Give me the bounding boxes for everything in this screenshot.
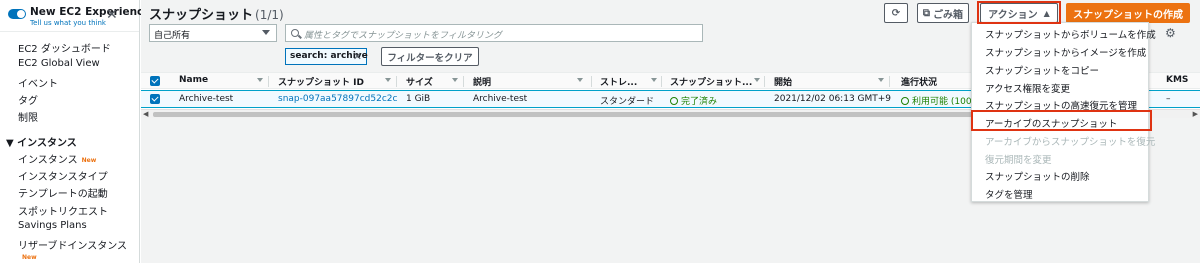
gear-icon[interactable]: ⚙ — [1165, 27, 1177, 39]
menu-item-modify-permissions[interactable]: アクセス権限を変更 — [985, 81, 1070, 95]
scroll-left-icon[interactable]: ◀ — [143, 110, 148, 118]
menu-item-create-image[interactable]: スナップショットからイメージを作成 — [985, 45, 1146, 59]
refresh-button[interactable]: ⟳ — [884, 3, 908, 23]
sort-icon[interactable] — [385, 78, 391, 82]
column-divider — [591, 76, 592, 87]
column-divider — [889, 76, 890, 87]
check-circle-icon — [901, 97, 909, 105]
column-header-snapshot-status[interactable]: スナップショット... — [670, 75, 752, 88]
close-icon[interactable]: ✕ — [106, 8, 118, 22]
column-header-progress[interactable]: 進行状況 — [901, 75, 937, 88]
column-header-storage[interactable]: ストレ... — [600, 75, 637, 88]
sort-icon[interactable] — [651, 78, 657, 82]
cell-description: Archive-test — [473, 94, 528, 104]
column-header-started[interactable]: 開始 — [774, 75, 792, 88]
menu-item-manage-tags[interactable]: タグを管理 — [985, 187, 1033, 201]
sort-icon[interactable] — [878, 78, 884, 82]
check-circle-icon — [670, 97, 678, 105]
cell-kms: – — [1166, 94, 1171, 104]
snapshots-panel: スナップショット (1/1) ⟳ ⧉ ごみ箱 アクション ▲ スナップショットの作成 … — [141, 0, 1200, 263]
column-divider — [396, 76, 397, 87]
column-divider — [661, 76, 662, 87]
new-badge: New — [81, 156, 97, 164]
snapshot-id-link[interactable]: snap-097aa57897cd52c2c — [278, 94, 397, 104]
column-header-kms[interactable]: KMS — [1166, 75, 1188, 85]
sidebar-item-launch-templates[interactable]: テンプレートの起動 — [18, 185, 108, 200]
column-divider — [764, 76, 765, 87]
sidebar-item-global-view[interactable]: EC2 Global View — [18, 58, 100, 69]
sidebar-item-spot-requests[interactable]: スポットリクエスト — [18, 203, 108, 218]
actions-highlight-box — [977, 1, 1061, 24]
archive-highlight-box — [971, 110, 1152, 131]
sidebar-item-events[interactable]: イベント — [18, 75, 58, 90]
new-badge: New — [22, 254, 37, 261]
scroll-right-icon[interactable]: ▶ — [1193, 110, 1198, 118]
main-content: スナップショット (1/1) ⟳ ⧉ ごみ箱 アクション ▲ スナップショットの作成 … — [141, 0, 1200, 263]
sidebar-item-dashboard[interactable]: EC2 ダッシュボード — [18, 40, 111, 55]
refresh-icon: ⟳ — [891, 7, 901, 19]
sort-icon[interactable] — [452, 78, 458, 82]
feedback-link[interactable]: Tell us what you think — [30, 19, 106, 27]
clear-filters-button[interactable]: フィルターをクリア — [381, 47, 479, 66]
cell-status: 完了済み — [670, 94, 717, 107]
search-icon — [291, 29, 299, 37]
menu-item-delete-snapshot[interactable]: スナップショットの削除 — [985, 169, 1090, 183]
menu-item-copy-snapshot[interactable]: スナップショットをコピー — [985, 63, 1099, 77]
experience-toggle[interactable] — [8, 9, 26, 19]
experience-toggle-area: New EC2 Experience Tell us what you thin… — [0, 0, 150, 32]
cell-progress: 利用可能 (100% — [901, 94, 980, 107]
sidebar-item-limits[interactable]: 制限 — [18, 109, 38, 124]
experience-title: New EC2 Experience — [30, 6, 151, 18]
sidebar-item-instance-types[interactable]: インスタンスタイプ — [18, 168, 108, 183]
row-checkbox[interactable] — [150, 94, 160, 104]
owner-filter-select[interactable]: 自己所有 — [149, 24, 277, 42]
cell-size: 1 GiB — [406, 94, 431, 104]
column-divider — [268, 76, 269, 87]
column-divider — [463, 76, 464, 87]
search-input[interactable]: 属性とタグでスナップショットをフィルタリング — [285, 24, 703, 42]
scrollbar-thumb[interactable] — [153, 112, 1043, 117]
sort-icon[interactable] — [754, 78, 760, 82]
remove-filter-icon[interactable]: ✕ — [353, 50, 362, 63]
sort-icon[interactable] — [577, 78, 583, 82]
cell-name: Archive-test — [179, 94, 234, 104]
column-header-description[interactable]: 説明 — [473, 75, 491, 88]
page-title: スナップショット (1/1) — [149, 8, 284, 23]
column-header-name[interactable]: Name — [179, 75, 208, 85]
cell-storage: スタンダード — [600, 97, 655, 107]
sidebar-section-instances[interactable]: ▼ インスタンス — [6, 134, 77, 149]
actions-menu: スナップショットからボリュームを作成 スナップショットからイメージを作成 スナッ… — [971, 22, 1156, 202]
sidebar-item-tags[interactable]: タグ — [18, 92, 38, 107]
filter-token: search: archive ✕ — [285, 48, 368, 65]
column-header-size[interactable]: サイズ — [406, 75, 433, 88]
create-snapshot-button[interactable]: スナップショットの作成 — [1066, 3, 1190, 23]
select-all-checkbox[interactable] — [150, 76, 160, 86]
menu-item-create-volume[interactable]: スナップショットからボリュームを作成 — [985, 27, 1156, 41]
external-link-icon: ⧉ — [922, 7, 931, 19]
column-header-snapshot-id[interactable]: スナップショット ID — [278, 75, 364, 88]
selection-count: (1/1) — [255, 8, 284, 22]
sidebar-item-reserved-instances[interactable]: リザーブドインスタンス — [18, 237, 127, 252]
caret-down-icon — [262, 30, 270, 35]
menu-item-modify-restore-period: 復元期間を変更 — [985, 155, 1052, 166]
sidebar: New EC2 Experience Tell us what you thin… — [0, 0, 150, 263]
cell-started: 2021/12/02 06:13 GMT+9 — [774, 94, 892, 104]
sort-icon[interactable] — [257, 78, 263, 82]
recycle-bin-button[interactable]: ⧉ ごみ箱 — [917, 3, 969, 23]
sidebar-item-instances[interactable]: インスタンス New — [18, 151, 96, 166]
menu-item-restore-from-archive: アーカイブからスナップショットを復元 — [985, 137, 1156, 148]
caret-down-icon: ▼ — [6, 138, 18, 149]
sidebar-item-savings-plans[interactable]: Savings Plans — [18, 220, 87, 231]
